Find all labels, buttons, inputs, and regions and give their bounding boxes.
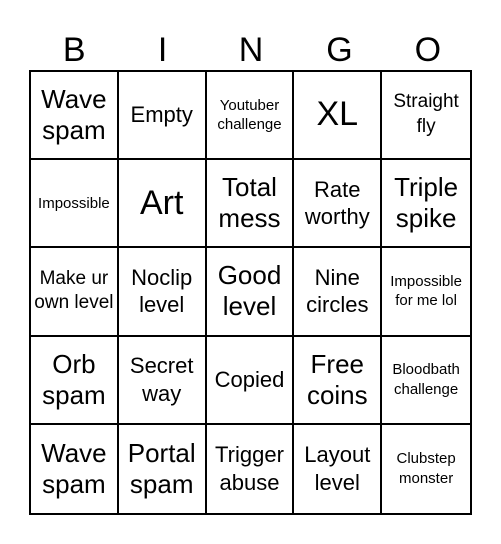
bingo-cell[interactable]: Wave spam <box>31 72 119 161</box>
bingo-cell[interactable]: Rate worthy <box>294 160 383 249</box>
bingo-cell[interactable]: Layout level <box>294 424 383 513</box>
bingo-cell[interactable]: Wave spam <box>31 424 119 513</box>
bingo-cell[interactable]: Secret way <box>118 336 207 425</box>
bingo-cell[interactable]: Portal spam <box>119 424 207 513</box>
bingo-cell[interactable]: Noclip level <box>118 248 207 337</box>
bingo-cell[interactable]: Free coins <box>294 336 383 425</box>
bingo-cell[interactable]: Youtuber challenge <box>206 72 295 161</box>
bingo-cell[interactable]: Orb spam <box>31 336 119 425</box>
bingo-cell[interactable]: Total mess <box>206 160 295 249</box>
bingo-cell[interactable]: Nine circles <box>294 248 383 337</box>
bingo-cell[interactable]: Copied <box>206 336 295 425</box>
bingo-cell[interactable]: Bloodbath challenge <box>382 337 470 425</box>
bingo-cell[interactable]: Good level <box>206 248 295 337</box>
header-letter-o: O <box>414 31 442 69</box>
bingo-cell[interactable]: Make ur own level <box>31 248 119 337</box>
bingo-grid: Wave spam Empty Youtuber challenge XL St… <box>29 70 472 515</box>
bingo-cell[interactable]: XL <box>294 72 383 161</box>
bingo-cell[interactable]: Impossible <box>31 160 119 249</box>
bingo-cell[interactable]: Clubstep monster <box>382 425 470 513</box>
bingo-cell[interactable]: Triple spike <box>382 160 470 249</box>
header-letter-b: B <box>62 31 86 69</box>
bingo-cell[interactable]: Empty <box>118 72 207 161</box>
header-letter-i: I <box>157 31 168 69</box>
header-letter-n: N <box>238 31 264 69</box>
header-letter-g: G <box>326 31 353 69</box>
bingo-cell[interactable]: Art <box>118 160 207 249</box>
bingo-cell[interactable]: Impossible for me lol <box>382 248 470 337</box>
bingo-header: B I N G O <box>30 28 472 72</box>
bingo-cell[interactable]: Straight fly <box>382 72 470 161</box>
bingo-cell[interactable]: Trigger abuse <box>207 424 295 513</box>
